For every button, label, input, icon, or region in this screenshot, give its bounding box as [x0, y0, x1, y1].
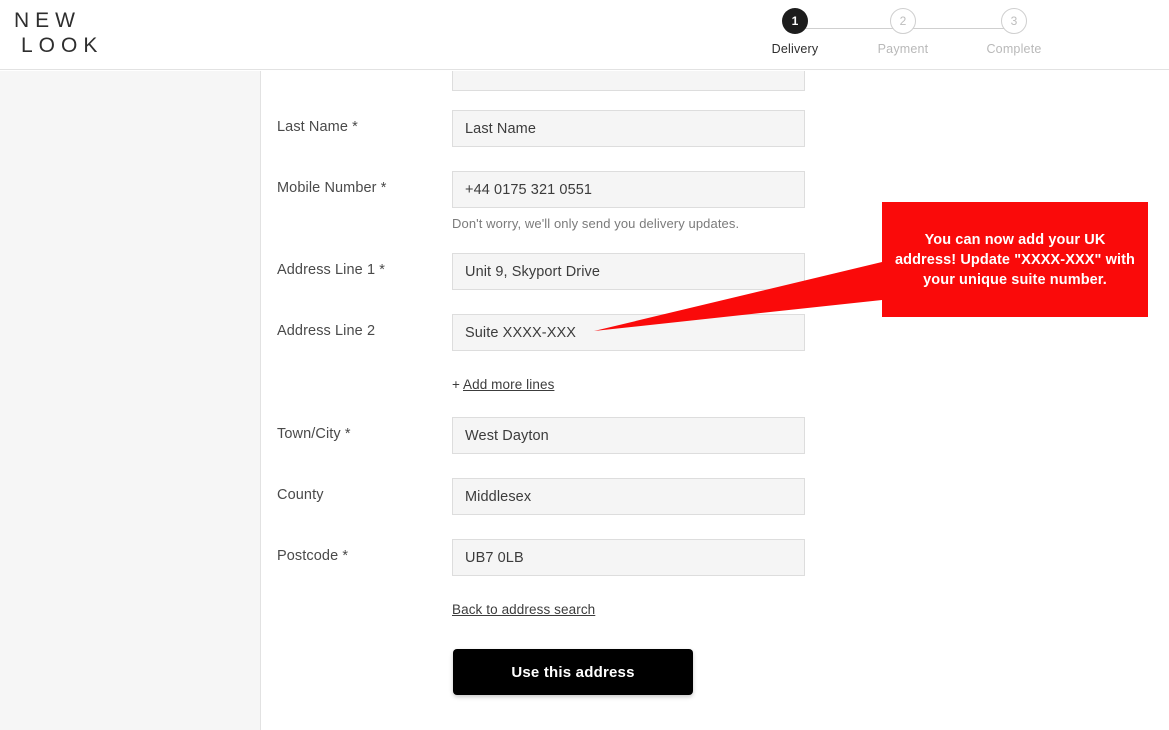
plus-icon: + [452, 377, 460, 392]
delivery-address-form: Last Name * Mobile Number * Don't worry,… [262, 71, 1169, 730]
left-sidebar-panel [0, 71, 261, 730]
step-delivery[interactable]: 1 Delivery [750, 8, 840, 56]
step-complete[interactable]: 3 Complete [969, 8, 1059, 56]
checkout-progress-steps: 1 Delivery 2 Payment 3 Complete [770, 8, 1060, 63]
site-header: NEW LOOK 1 Delivery 2 Payment 3 Complete [0, 0, 1169, 70]
field-label-postcode: Postcode * [277, 548, 452, 564]
checkout-delivery-page: NEW LOOK 1 Delivery 2 Payment 3 Complete [0, 0, 1169, 730]
field-input-postcode[interactable] [452, 539, 805, 576]
required-asterisk: * [338, 548, 349, 564]
step-complete-circle: 3 [1001, 8, 1027, 34]
step-payment-label: Payment [877, 42, 929, 56]
field-input-cutoff[interactable] [452, 71, 805, 91]
callout-text: You can now add your UK address! Update … [894, 231, 1136, 288]
field-label-last-name-text: Last Name [277, 119, 349, 135]
field-label-mobile-number: Mobile Number * [277, 180, 452, 196]
field-input-county[interactable] [452, 478, 805, 515]
step-delivery-circle: 1 [782, 8, 808, 34]
field-input-mobile-number[interactable] [452, 171, 805, 208]
logo-line-1: NEW [14, 9, 81, 32]
field-input-address-line-1[interactable] [452, 253, 805, 290]
field-label-address-line-2: Address Line 2 [277, 323, 376, 339]
callout-box: You can now add your UK address! Update … [882, 202, 1148, 317]
required-asterisk: * [375, 262, 386, 278]
field-hint-mobile-number: Don't worry, we'll only send you deliver… [452, 216, 740, 231]
use-this-address-button[interactable]: Use this address [453, 649, 693, 695]
step-delivery-label: Delivery [771, 42, 819, 56]
step-complete-label: Complete [986, 42, 1042, 56]
field-label-mobile-number-text: Mobile Number [277, 180, 377, 196]
field-label-town-city: Town/City * [277, 426, 452, 442]
step-payment[interactable]: 2 Payment [858, 8, 948, 56]
newlook-logo[interactable]: NEW LOOK [14, 8, 103, 58]
field-label-town-city-text: Town/City [277, 426, 341, 442]
required-asterisk: * [340, 426, 351, 442]
add-more-lines-link[interactable]: + Add more lines [452, 377, 554, 392]
back-to-address-search-link[interactable]: Back to address search [452, 602, 595, 617]
field-input-address-line-2[interactable] [452, 314, 805, 351]
field-label-address-line-1-text: Address Line 1 [277, 262, 376, 278]
field-label-county: County [277, 487, 324, 503]
field-input-town-city[interactable] [452, 417, 805, 454]
field-input-last-name[interactable] [452, 110, 805, 147]
add-more-lines-label: Add more lines [462, 377, 555, 392]
required-asterisk: * [348, 119, 358, 135]
field-label-postcode-text: Postcode [277, 548, 339, 564]
logo-line-2: LOOK [21, 34, 104, 57]
field-label-address-line-1: Address Line 1 * [277, 262, 452, 278]
required-asterisk: * [376, 180, 387, 196]
step-payment-circle: 2 [890, 8, 916, 34]
field-label-last-name: Last Name * [277, 119, 452, 135]
